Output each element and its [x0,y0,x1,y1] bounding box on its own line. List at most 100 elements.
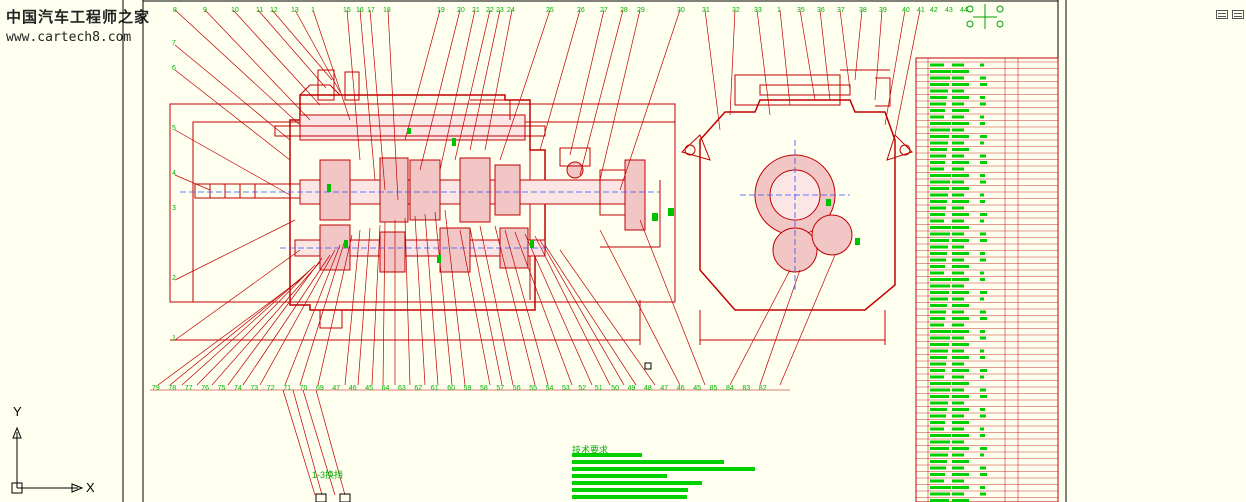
table-cell-fill [930,408,947,411]
table-cell-fill [952,388,964,392]
table-cell-fill [980,427,984,431]
table-cell-fill [980,414,986,418]
callout-bottom: 84 [726,385,734,392]
callout-bottom: 72 [267,385,275,392]
table-cell-fill [952,460,969,463]
callout-bottom: 56 [513,385,521,392]
callout-left: 2 [172,275,176,282]
callout-top: 27 [600,7,608,14]
callout-top: 21 [472,7,480,14]
table-cell-fill [930,115,944,119]
callout-bottom: 64 [382,385,390,392]
callout-bottom: 71 [283,385,291,392]
table-cell-fill [952,330,969,333]
table-cell-fill [980,180,986,184]
callout-top: 15 [343,7,351,14]
table-cell-fill [952,473,969,476]
table-cell-fill [980,369,987,372]
grip-square[interactable] [644,362,652,370]
callout-bottom: 50 [611,385,619,392]
callout-bottom: 46 [349,385,357,392]
table-cell-fill [930,304,947,307]
table-cell-fill [980,141,984,145]
table-cell-fill [980,161,987,164]
table-cell-fill [980,122,985,125]
table-cell-fill [980,83,987,86]
table-cell-fill [930,70,951,73]
table-cell-fill [930,317,945,320]
callout-top: 16 [356,7,364,14]
callout-top: 33 [754,7,762,14]
table-cell-fill [952,343,969,346]
callout-bottom: 51 [595,385,603,392]
table-cell-fill [952,479,964,483]
callout-top: 29 [637,7,645,14]
table-cell-fill [930,421,945,424]
callout-left: 1 [172,335,176,342]
table-cell-fill [980,102,986,106]
table-cell-fill [930,356,947,359]
callout-top: 8 [173,7,177,14]
callout-left: 5 [172,125,176,132]
callout-top: 22 [486,7,494,14]
callout-bottom: 77 [185,385,193,392]
callout-top: 37 [837,7,845,14]
callout-bottom: 82 [759,385,767,392]
table-cell-fill [980,63,984,67]
callout-bottom: 76 [201,385,209,392]
table-cell-fill [952,408,969,411]
table-cell-fill [930,284,950,288]
table-cell-fill [980,96,985,99]
table-cell-fill [952,453,964,457]
table-cell-fill [980,193,984,197]
table-cell-fill [930,245,948,249]
callout-bottom: 75 [218,385,226,392]
callout-bottom: 62 [414,385,422,392]
minimize-pane-button[interactable] [1216,10,1228,19]
table-cell-fill [930,473,945,476]
table-cell-fill [952,356,969,359]
table-cell-fill [930,323,944,327]
table-cell-fill [952,440,964,444]
callout-bottom: 45 [365,385,373,392]
table-cell-fill [952,265,969,268]
table-cell-fill [980,447,987,450]
drawing-canvas[interactable]: 8 9 10 11 12 13 1 15 16 17 18 19 20 21 22 23 24 25 26 27 28 2… [0,0,1246,502]
axis-y-label: Y [13,404,22,419]
callout-top: 19 [437,7,445,14]
tech-requirements [572,453,755,499]
table-cell-fill [952,486,969,489]
callout-top: 1 [311,7,315,14]
callout-top: 32 [732,7,740,14]
table-cell-fill [952,434,969,437]
table-cell-fill [930,252,947,255]
table-cell-fill [930,434,951,437]
table-cell-fill [930,362,946,366]
table-cell-fill [952,122,969,125]
table-cell-fill [952,213,969,216]
table-cell-fill [930,63,944,67]
table-cell-fill [930,343,949,346]
table-cell-fill [930,310,946,314]
table-cell-fill [952,421,969,424]
callout-bottom: 47 [660,385,668,392]
ucs-axis-icon [11,426,84,494]
callout-left: 3 [172,205,176,212]
table-cell-fill [930,109,945,112]
table-cell-fill [952,232,964,236]
table-cell-fill [952,239,969,242]
callout-top: 25 [546,7,554,14]
callout-top: 41 [917,7,925,14]
table-cell-fill [952,492,964,496]
table-cell-fill [952,323,964,327]
restore-pane-button[interactable] [1232,10,1244,19]
table-cell-fill [952,395,969,398]
table-cell-fill [930,466,946,470]
table-cell-fill [930,427,944,431]
table-cell-fill [930,440,950,444]
table-cell-fill [980,375,984,379]
table-cell-fill [980,232,986,236]
callout-bottom: 73 [250,385,258,392]
table-cell-fill [980,239,987,242]
table-cell-fill [930,226,951,229]
